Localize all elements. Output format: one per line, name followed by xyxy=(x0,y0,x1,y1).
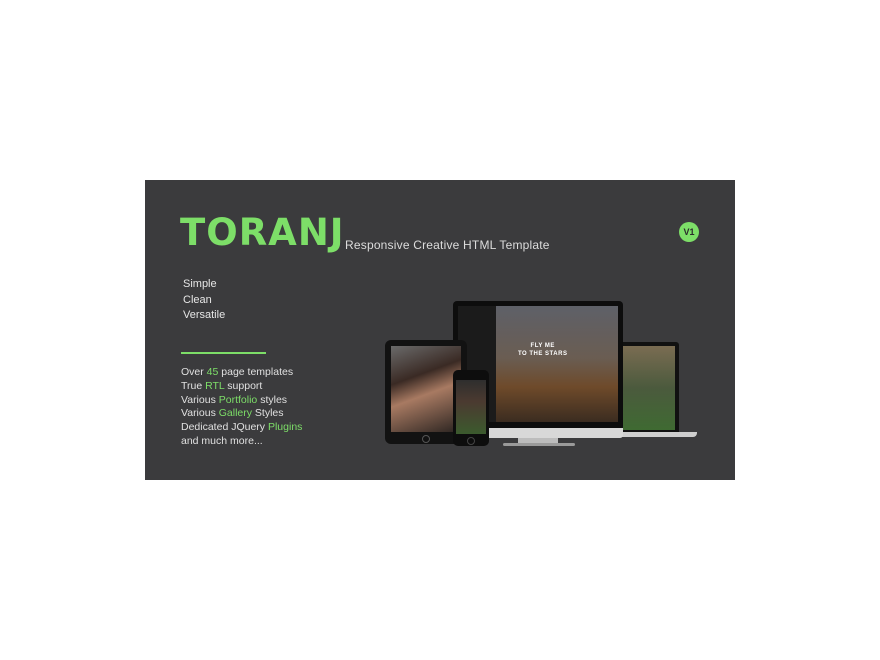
feature-highlight: Gallery xyxy=(218,407,253,420)
keyword-list: Simple Clean Versatile xyxy=(183,277,225,324)
phone-screen xyxy=(456,380,486,434)
tablet-home-button xyxy=(422,435,430,443)
keyword-item: Clean xyxy=(183,293,212,306)
feature-text: True xyxy=(181,379,206,392)
laptop-base xyxy=(613,432,697,437)
monitor-base xyxy=(503,443,575,446)
divider xyxy=(181,352,266,354)
feature-text: support xyxy=(224,379,263,392)
tagline: Responsive Creative HTML Template xyxy=(345,238,550,252)
tablet-screen xyxy=(391,346,461,432)
feature-text: page templates xyxy=(218,366,294,378)
banner: TORANJ Responsive Creative HTML Template… xyxy=(145,180,735,480)
feature-text: styles xyxy=(257,393,288,406)
feature-item: and much more... xyxy=(181,435,302,449)
monitor-headline-line: TO THE STARS xyxy=(518,351,568,357)
laptop-screen xyxy=(623,346,675,430)
keyword-item: Simple xyxy=(183,278,217,290)
feature-list: Over 45 page templates True RTL support … xyxy=(181,366,302,449)
feature-highlight: RTL xyxy=(205,379,225,392)
phone-mockup xyxy=(453,370,489,446)
feature-text: Dedicated JQuery xyxy=(181,421,268,434)
feature-text: Over xyxy=(181,366,207,378)
feature-item: Over 45 page templates xyxy=(181,366,302,380)
laptop-mockup xyxy=(619,342,679,432)
feature-text: Various xyxy=(181,393,219,406)
feature-item: True RTL support xyxy=(181,380,302,394)
feature-item: Dedicated JQuery Plugins xyxy=(181,421,302,435)
toranj-logo: TORANJ xyxy=(180,211,345,254)
feature-text: Styles xyxy=(252,407,284,420)
feature-text: Various xyxy=(181,407,219,420)
feature-text: and much more... xyxy=(181,434,263,447)
feature-highlight: 45 xyxy=(206,366,219,378)
version-badge: V1 xyxy=(679,222,699,242)
feature-item: Various Portfolio styles xyxy=(181,394,302,408)
feature-highlight: Plugins xyxy=(267,421,303,434)
keyword-item: Versatile xyxy=(183,309,226,322)
monitor-headline-line: FLY ME xyxy=(530,343,555,349)
feature-item: Various Gallery Styles xyxy=(181,407,302,421)
feature-highlight: Portfolio xyxy=(218,393,258,406)
monitor-headline: FLY ME TO THE STARS xyxy=(518,342,567,358)
phone-home-button xyxy=(467,437,475,445)
